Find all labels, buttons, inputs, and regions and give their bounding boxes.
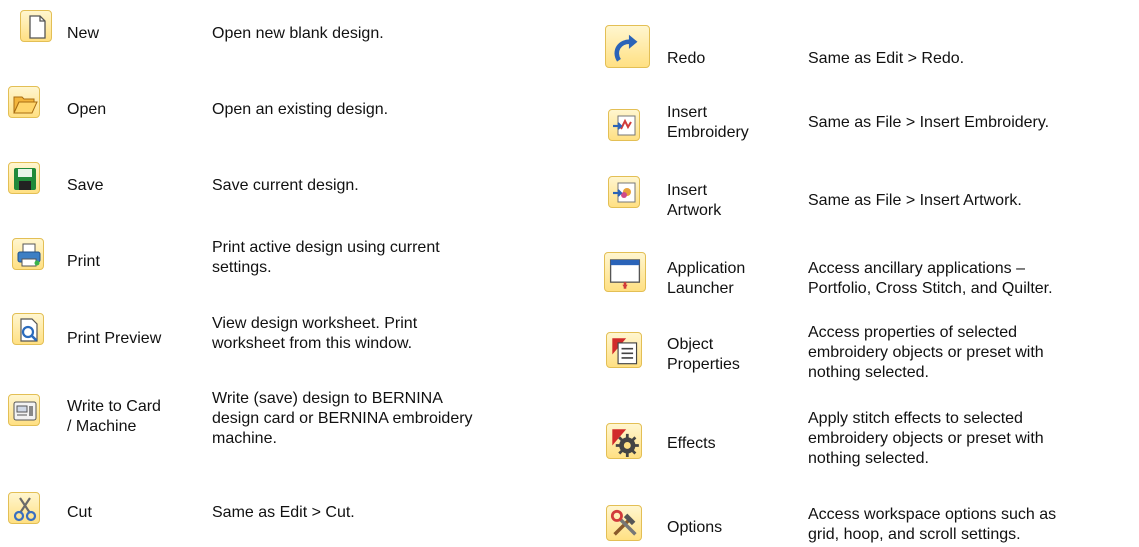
tool-name-line: Insert [667, 182, 708, 199]
tool-name-line: / Machine [67, 418, 137, 435]
tool-description-line: Access properties of selected [808, 324, 1017, 341]
tool-description-line: embroidery objects or preset with [808, 344, 1044, 361]
tool-description-line: nothing selected. [808, 364, 929, 381]
tool-description-line: nothing selected. [808, 450, 929, 467]
tool-name-line: Launcher [667, 280, 734, 297]
tool-description: Open new blank design. [212, 25, 384, 42]
tool-description-line: Access ancillary applications – [808, 260, 1025, 277]
tool-description: Same as File > Insert Embroidery. [808, 114, 1050, 131]
tool-description-line: Access workspace options such as [808, 506, 1057, 523]
tool-name: Redo [667, 50, 706, 67]
tool-description-line: Write (save) design to BERNINA [212, 390, 443, 407]
tool-name-line: Write to Card [67, 398, 161, 415]
options-tools-icon[interactable] [606, 505, 642, 541]
tool-name: Save [67, 177, 104, 194]
tool-description-line: View design worksheet. Print [212, 315, 418, 332]
tool-description-line: machine. [212, 430, 277, 447]
tool-description-line: Print active design using current [212, 239, 440, 256]
open-folder-icon[interactable] [8, 86, 40, 118]
tool-description-line: settings. [212, 259, 272, 276]
tool-name-line: Object [667, 336, 714, 353]
redo-arrow-icon[interactable] [605, 25, 650, 68]
tool-name: Cut [67, 504, 92, 521]
insert-artwork-icon[interactable] [608, 176, 640, 208]
tool-name: Open [67, 101, 107, 118]
tool-description-line: grid, hoop, and scroll settings. [808, 526, 1021, 543]
printer-icon[interactable] [12, 238, 44, 270]
new-document-icon[interactable] [20, 10, 52, 42]
tool-description-line: Portfolio, Cross Stitch, and Quilter. [808, 280, 1053, 297]
insert-embroidery-icon[interactable] [608, 109, 640, 141]
tool-name: Print [67, 253, 100, 270]
tool-name-line: Properties [667, 356, 740, 373]
tool-name: Effects [667, 435, 716, 452]
tool-description: Same as File > Insert Artwork. [808, 192, 1022, 209]
tool-description-line: design card or BERNINA embroidery [212, 410, 473, 427]
tool-description: Save current design. [212, 177, 359, 194]
tool-name-line: Insert [667, 104, 708, 121]
save-disk-icon[interactable] [8, 162, 40, 194]
scissors-icon[interactable] [8, 492, 40, 524]
print-preview-icon[interactable] [12, 313, 44, 345]
tool-description: Open an existing design. [212, 101, 389, 118]
tool-description-line: Apply stitch effects to selected [808, 410, 1023, 427]
application-launcher-icon[interactable] [604, 252, 646, 292]
tool-name: Print Preview [67, 330, 162, 347]
tool-name: New [67, 25, 100, 42]
tool-name-line: Artwork [667, 202, 722, 219]
write-to-card-icon[interactable] [8, 394, 40, 426]
tool-description-line: embroidery objects or preset with [808, 430, 1044, 447]
tool-name-line: Embroidery [667, 124, 749, 141]
effects-gear-icon[interactable] [606, 423, 642, 459]
tool-description: Same as Edit > Cut. [212, 504, 355, 521]
tool-name-line: Application [667, 260, 746, 277]
tool-name: Options [667, 519, 723, 536]
tool-description-line: worksheet from this window. [212, 335, 413, 352]
object-properties-icon[interactable] [606, 332, 642, 368]
tool-description: Same as Edit > Redo. [808, 50, 965, 67]
